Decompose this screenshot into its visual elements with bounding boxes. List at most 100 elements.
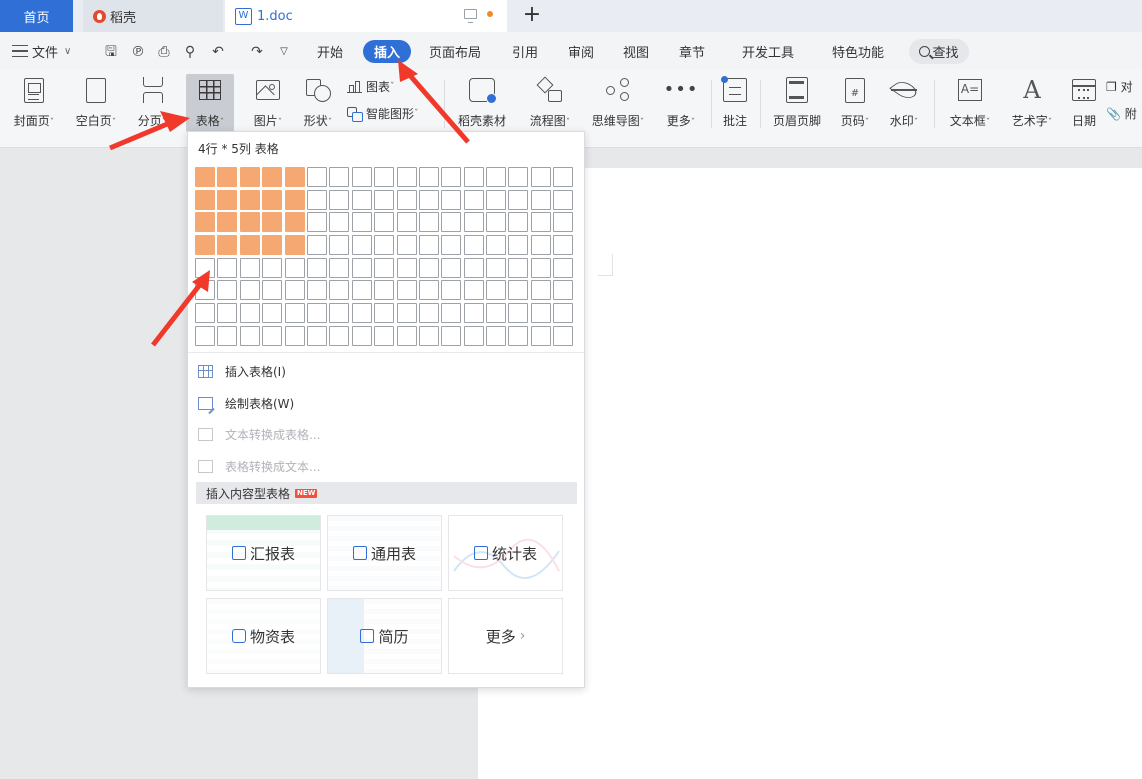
table-grid-cell[interactable]	[262, 189, 283, 210]
file-menu[interactable]: 文件 ∨	[12, 32, 71, 70]
table-grid-cell[interactable]	[262, 280, 283, 301]
table-grid-cell[interactable]	[195, 212, 215, 233]
table-grid-cell[interactable]	[441, 325, 462, 346]
table-grid-cell[interactable]	[217, 167, 238, 187]
table-grid-cell[interactable]	[239, 280, 260, 301]
table-grid-cell[interactable]	[530, 325, 551, 346]
table-grid-cell[interactable]	[239, 189, 260, 210]
table-grid-cell[interactable]	[396, 167, 417, 187]
table-grid-cell[interactable]	[239, 257, 260, 278]
table-grid-cell[interactable]	[418, 235, 439, 256]
table-grid-cell[interactable]	[486, 189, 507, 210]
save-icon[interactable]: 🖫	[103, 44, 119, 60]
table-grid-cell[interactable]	[530, 280, 551, 301]
blank-page-button[interactable]: 空白页ˇ	[70, 74, 122, 132]
comment-button[interactable]: 批注	[718, 74, 752, 132]
table-grid-cell[interactable]	[306, 303, 327, 324]
table-grid-cell[interactable]	[508, 189, 529, 210]
textbox-button[interactable]: A= 文本框ˇ	[944, 74, 996, 132]
table-grid-cell[interactable]	[217, 280, 238, 301]
table-grid-cell[interactable]	[463, 212, 484, 233]
table-grid-cell[interactable]	[217, 189, 238, 210]
new-tab-button[interactable]: +	[518, 2, 546, 27]
tab-view[interactable]: 视图	[623, 32, 649, 70]
table-grid-cell[interactable]	[217, 257, 238, 278]
table-grid-cell[interactable]	[195, 280, 215, 301]
table-grid-cell[interactable]	[553, 280, 574, 301]
table-grid-cell[interactable]	[195, 235, 215, 256]
table-grid-cell[interactable]	[553, 235, 574, 256]
table-grid-cell[interactable]	[217, 235, 238, 256]
table-grid-cell[interactable]	[262, 257, 283, 278]
material-button[interactable]: 稻壳素材	[454, 74, 510, 132]
table-grid-cell[interactable]	[262, 325, 283, 346]
table-grid-cell[interactable]	[351, 325, 372, 346]
table-grid-cell[interactable]	[306, 280, 327, 301]
table-grid-cell[interactable]	[486, 167, 507, 187]
table-grid-cell[interactable]	[306, 235, 327, 256]
table-grid-cell[interactable]	[396, 235, 417, 256]
table-grid-cell[interactable]	[486, 235, 507, 256]
report-table-card[interactable]: 汇报表	[206, 515, 321, 591]
table-grid-cell[interactable]	[441, 235, 462, 256]
table-grid-cell[interactable]	[396, 303, 417, 324]
table-grid-cell[interactable]	[239, 325, 260, 346]
table-grid-cell[interactable]	[374, 167, 395, 187]
table-grid-cell[interactable]	[441, 189, 462, 210]
picture-button[interactable]: 图片ˇ	[248, 74, 288, 132]
table-grid-cell[interactable]	[195, 303, 215, 324]
table-grid-cell[interactable]	[463, 325, 484, 346]
table-grid-cell[interactable]	[418, 303, 439, 324]
table-grid-cell[interactable]	[284, 235, 305, 256]
table-grid-cell[interactable]	[217, 212, 238, 233]
table-grid-cell[interactable]	[284, 325, 305, 346]
monitor-icon[interactable]	[464, 9, 477, 23]
table-grid-cell[interactable]	[553, 303, 574, 324]
table-grid-cell[interactable]	[508, 303, 529, 324]
more-button[interactable]: ••• 更多ˇ	[662, 74, 700, 132]
table-grid-cell[interactable]	[486, 280, 507, 301]
table-grid-cell[interactable]	[530, 189, 551, 210]
flowchart-button[interactable]: 流程图ˇ	[524, 74, 576, 132]
table-grid-cell[interactable]	[396, 280, 417, 301]
table-grid-cell[interactable]	[329, 303, 350, 324]
table-grid-cell[interactable]	[284, 189, 305, 210]
table-grid-cell[interactable]	[508, 235, 529, 256]
mindmap-button[interactable]: 思维导图ˇ	[586, 74, 650, 132]
table-grid-cell[interactable]	[195, 167, 215, 187]
table-grid-cell[interactable]	[553, 325, 574, 346]
materials-table-card[interactable]: 物资表	[206, 598, 321, 674]
table-grid-cell[interactable]	[284, 303, 305, 324]
undo-icon[interactable]: ↶	[210, 44, 226, 60]
table-grid-cell[interactable]	[351, 189, 372, 210]
table-grid-cell[interactable]	[329, 280, 350, 301]
table-grid-cell[interactable]	[262, 303, 283, 324]
statistics-table-card[interactable]: 统计表	[448, 515, 563, 591]
table-grid-cell[interactable]	[351, 235, 372, 256]
general-table-card[interactable]: 通用表	[327, 515, 442, 591]
table-grid-cell[interactable]	[306, 189, 327, 210]
table-grid-cell[interactable]	[351, 303, 372, 324]
table-grid-cell[interactable]	[284, 257, 305, 278]
tab-chapter[interactable]: 章节	[679, 32, 705, 70]
table-grid-cell[interactable]	[239, 212, 260, 233]
table-grid-cell[interactable]	[284, 280, 305, 301]
table-grid-cell[interactable]	[396, 189, 417, 210]
table-grid-cell[interactable]	[262, 212, 283, 233]
shape-button[interactable]: 形状ˇ	[298, 74, 338, 132]
table-grid-cell[interactable]	[553, 212, 574, 233]
redo-icon[interactable]: ↷	[249, 44, 265, 60]
smartart-button[interactable]: 智能图形 ˇ	[347, 105, 419, 122]
table-grid-cell[interactable]	[262, 235, 283, 256]
table-grid-cell[interactable]	[441, 212, 462, 233]
table-grid-cell[interactable]	[239, 235, 260, 256]
table-grid-cell[interactable]	[239, 167, 260, 187]
table-grid-cell[interactable]	[329, 257, 350, 278]
table-grid-cell[interactable]	[374, 325, 395, 346]
table-grid-cell[interactable]	[262, 167, 283, 187]
table-size-grid[interactable]	[195, 167, 574, 346]
watermark-button[interactable]: 水印ˇ	[884, 74, 924, 132]
table-grid-cell[interactable]	[195, 257, 215, 278]
more-templates-card[interactable]: 更多 ›	[448, 598, 563, 674]
table-grid-cell[interactable]	[329, 325, 350, 346]
